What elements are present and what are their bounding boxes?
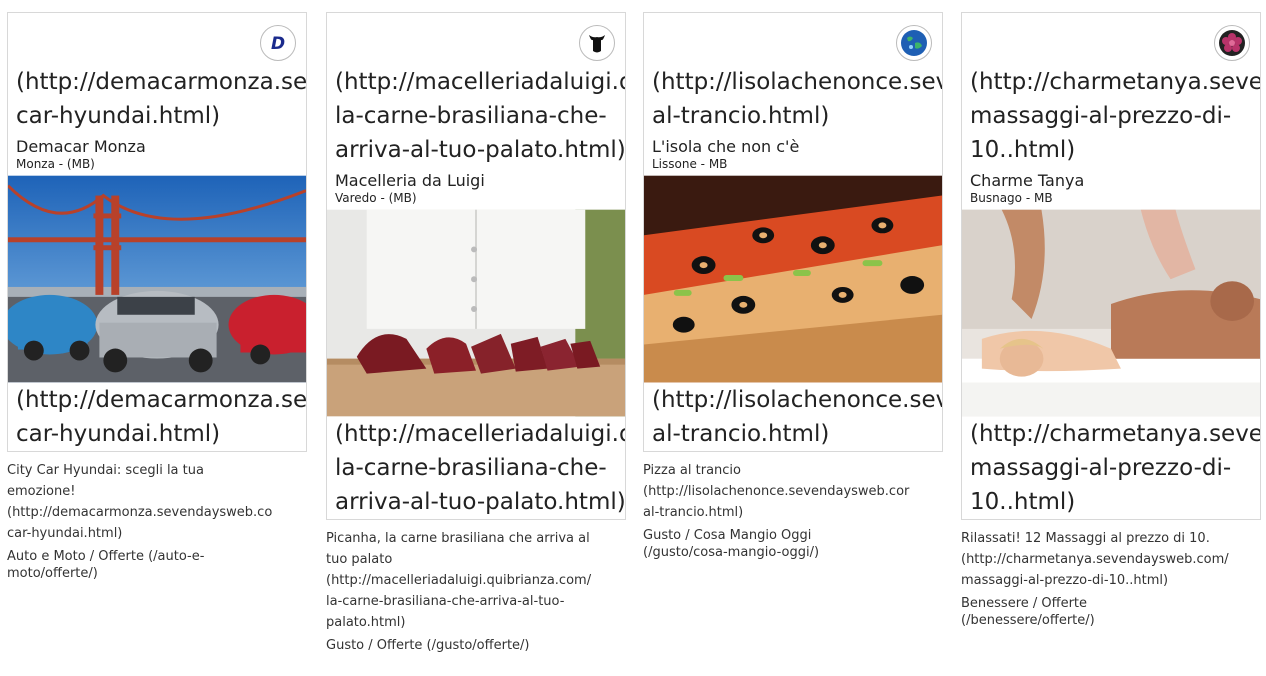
business-name: Charme Tanya [970,171,1085,190]
card-box: (http://charmetanya.seven massaggi-al-pr… [961,12,1261,520]
card-box: D (http://demacarmonza.sev car-hyundai.h… [7,12,307,452]
card-bottom-link[interactable]: (http://macelleriadaluigi.qu la-carne-br… [327,417,625,519]
card-demacar-monza: D (http://demacarmonza.sev car-hyundai.h… [7,12,307,582]
business-location: Lissone - MB [652,157,728,171]
offer-image[interactable] [962,209,1260,417]
card-box: (http://lisolachenonce.seve al-trancio.h… [643,12,943,452]
card-bottom-link[interactable]: (http://charmetanya.sevend massaggi-al-p… [962,417,1260,519]
offer-image[interactable] [8,175,306,383]
card-title-link[interactable]: (http://macelleriadaluigi.qu la-carne-br… [327,65,625,167]
letter-d-icon[interactable]: D [260,25,296,61]
offer-image[interactable] [327,209,625,417]
bull-icon[interactable] [579,25,615,61]
card-charme-tanya: (http://charmetanya.seven massaggi-al-pr… [961,12,1261,629]
offer-category-link[interactable]: Auto e Moto / Offerte (/auto-e- moto/off… [7,548,307,582]
offer-description-link[interactable]: Picanha, la carne brasiliana che arriva … [326,528,626,633]
card-box: (http://macelleriadaluigi.qu la-carne-br… [326,12,626,520]
flower-icon[interactable] [1214,25,1250,61]
business-location: Monza - (MB) [16,157,95,171]
offer-description-link[interactable]: Rilassati! 12 Massaggi al prezzo di 10. … [961,528,1261,591]
offer-image[interactable] [644,175,942,383]
card-title-link[interactable]: (http://demacarmonza.sev car-hyundai.htm… [8,65,306,133]
offer-description-link[interactable]: City Car Hyundai: scegli la tua emozione… [7,460,307,544]
business-location: Varedo - (MB) [335,191,417,205]
business-name: L'isola che non c'è [652,137,800,156]
card-title-link[interactable]: (http://lisolachenonce.seve al-trancio.h… [644,65,942,133]
business-name: Demacar Monza [16,137,146,156]
card-bottom-link[interactable]: (http://demacarmonza.seve car-hyundai.ht… [8,383,306,451]
card-isola-che-non-ce: (http://lisolachenonce.seve al-trancio.h… [643,12,943,561]
globe-icon[interactable] [896,25,932,61]
card-bottom-link[interactable]: (http://lisolachenonce.seve al-trancio.h… [644,383,942,451]
card-title-link[interactable]: (http://charmetanya.seven massaggi-al-pr… [962,65,1260,167]
offer-category-link[interactable]: Benessere / Offerte (/benessere/offerte/… [961,595,1261,629]
offer-category-link[interactable]: Gusto / Cosa Mangio Oggi (/gusto/cosa-ma… [643,527,943,561]
business-name: Macelleria da Luigi [335,171,485,190]
business-location: Busnago - MB [970,191,1053,205]
offer-description-link[interactable]: Pizza al trancio (http://lisolachenonce.… [643,460,943,523]
svg-text:D: D [271,34,285,54]
offer-category-link[interactable]: Gusto / Offerte (/gusto/offerte/) [326,637,626,654]
card-macelleria-da-luigi: (http://macelleriadaluigi.qu la-carne-br… [326,12,626,654]
